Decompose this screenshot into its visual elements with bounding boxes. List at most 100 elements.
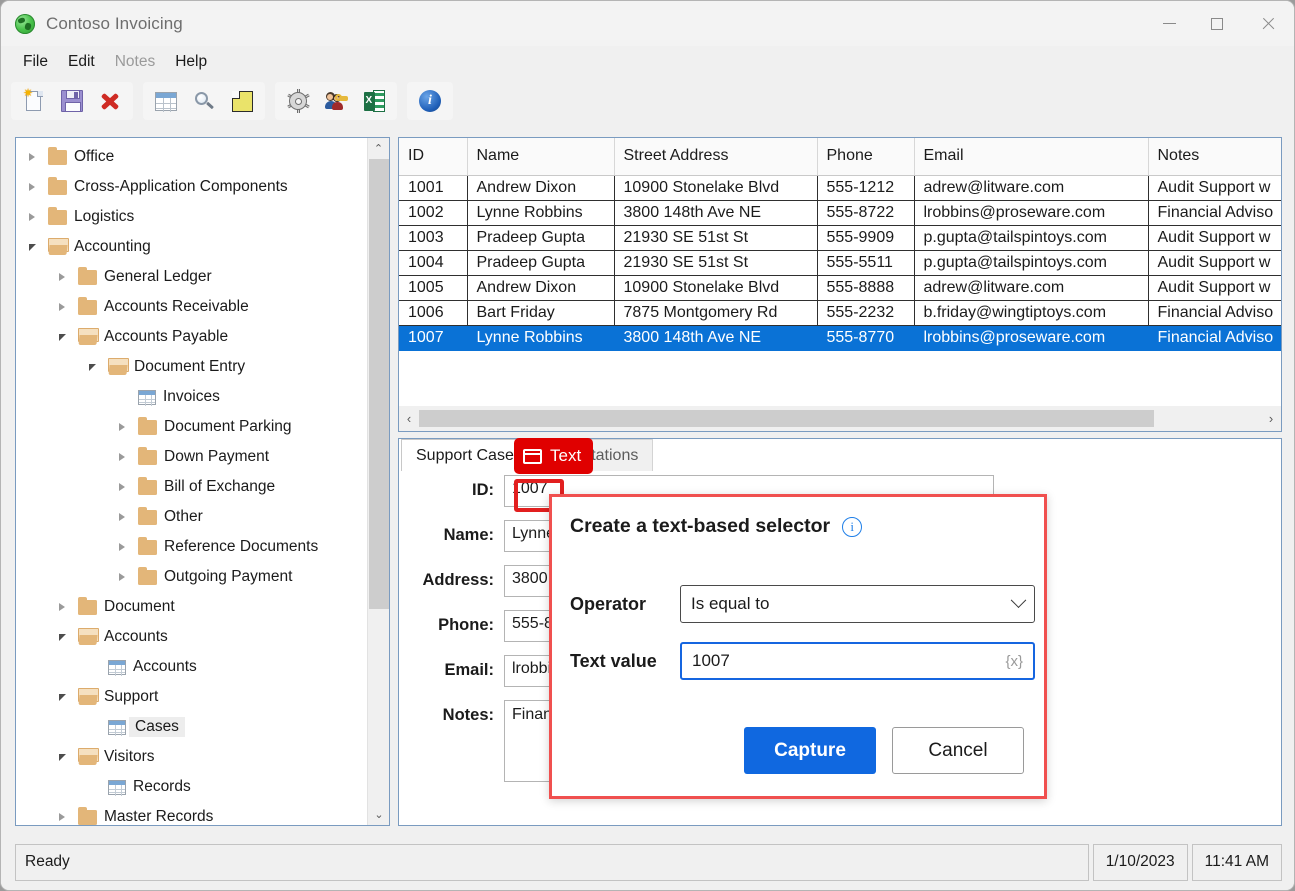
- table-cell-name[interactable]: Lynne Robbins: [467, 200, 614, 225]
- collapse-arrow-icon[interactable]: [22, 244, 42, 251]
- search-button[interactable]: [189, 86, 219, 116]
- table-cell-address[interactable]: 10900 Stonelake Blvd: [614, 275, 817, 300]
- expand-arrow-icon[interactable]: [112, 453, 132, 461]
- tree-item-document-entry[interactable]: Document Entry: [16, 352, 367, 382]
- tree-item-accounts[interactable]: Accounts: [16, 652, 367, 682]
- tree-item-other[interactable]: Other: [16, 502, 367, 532]
- column-header-name[interactable]: Name: [467, 138, 614, 175]
- save-button[interactable]: [57, 86, 87, 116]
- table-cell-id[interactable]: 1007: [399, 325, 467, 350]
- tree-item-cross-application-components[interactable]: Cross-Application Components: [16, 172, 367, 202]
- table-cell-name[interactable]: Bart Friday: [467, 300, 614, 325]
- table-cell-notes[interactable]: Financial Adviso: [1148, 300, 1282, 325]
- table-cell-notes[interactable]: Financial Adviso: [1148, 325, 1282, 350]
- table-cell-name[interactable]: Andrew Dixon: [467, 175, 614, 200]
- table-cell-phone[interactable]: 555-2232: [817, 300, 914, 325]
- expand-arrow-icon[interactable]: [112, 423, 132, 431]
- table-cell-address[interactable]: 21930 SE 51st St: [614, 225, 817, 250]
- table-cell-name[interactable]: Pradeep Gupta: [467, 250, 614, 275]
- cancel-button[interactable]: Cancel: [892, 727, 1024, 774]
- column-header-phone[interactable]: Phone: [817, 138, 914, 175]
- users-permissions-button[interactable]: [321, 86, 351, 116]
- expand-arrow-icon[interactable]: [52, 603, 72, 611]
- new-document-button[interactable]: ✷: [19, 86, 49, 116]
- table-row[interactable]: 1002Lynne Robbins3800 148th Ave NE555-87…: [399, 200, 1282, 225]
- close-button[interactable]: [1240, 1, 1295, 46]
- table-cell-id[interactable]: 1001: [399, 175, 467, 200]
- table-row[interactable]: 1007Lynne Robbins3800 148th Ave NE555-87…: [399, 325, 1282, 350]
- table-cell-email[interactable]: p.gupta@tailspintoys.com: [914, 250, 1148, 275]
- table-cell-address[interactable]: 3800 148th Ave NE: [614, 200, 817, 225]
- tree-item-visitors[interactable]: Visitors: [16, 742, 367, 772]
- menu-item-edit[interactable]: Edit: [58, 50, 105, 74]
- table-cell-notes[interactable]: Audit Support w: [1148, 175, 1282, 200]
- about-button[interactable]: i: [415, 86, 445, 116]
- grid-horizontal-scrollbar[interactable]: ‹ ›: [399, 406, 1281, 431]
- expand-arrow-icon[interactable]: [112, 513, 132, 521]
- chevron-up-icon[interactable]: ⌃: [368, 138, 389, 159]
- tree-item-records[interactable]: Records: [16, 772, 367, 802]
- grid-scroll-track[interactable]: [419, 410, 1261, 427]
- table-cell-address[interactable]: 7875 Montgomery Rd: [614, 300, 817, 325]
- table-cell-email[interactable]: adrew@litware.com: [914, 275, 1148, 300]
- text-selector-badge[interactable]: Text: [514, 438, 593, 474]
- table-cell-phone[interactable]: 555-1212: [817, 175, 914, 200]
- tree-item-office[interactable]: Office: [16, 142, 367, 172]
- tree-item-document[interactable]: Document: [16, 592, 367, 622]
- tree-item-down-payment[interactable]: Down Payment: [16, 442, 367, 472]
- tree-item-accounts-receivable[interactable]: Accounts Receivable: [16, 292, 367, 322]
- tree-item-general-ledger[interactable]: General Ledger: [16, 262, 367, 292]
- table-cell-address[interactable]: 3800 148th Ave NE: [614, 325, 817, 350]
- expand-arrow-icon[interactable]: [22, 153, 42, 161]
- notes-button[interactable]: [227, 86, 257, 116]
- tree-item-support[interactable]: Support: [16, 682, 367, 712]
- table-cell-address[interactable]: 10900 Stonelake Blvd: [614, 175, 817, 200]
- capture-button[interactable]: Capture: [744, 727, 876, 774]
- menu-item-file[interactable]: File: [13, 50, 58, 74]
- table-cell-email[interactable]: adrew@litware.com: [914, 175, 1148, 200]
- maximize-button[interactable]: [1193, 1, 1240, 46]
- tree-item-cases[interactable]: Cases: [16, 712, 367, 742]
- expand-arrow-icon[interactable]: [112, 573, 132, 581]
- table-cell-id[interactable]: 1002: [399, 200, 467, 225]
- table-view-button[interactable]: [151, 86, 181, 116]
- delete-button[interactable]: [95, 86, 125, 116]
- table-row[interactable]: 1004Pradeep Gupta21930 SE 51st St555-551…: [399, 250, 1282, 275]
- table-row[interactable]: 1006Bart Friday7875 Montgomery Rd555-223…: [399, 300, 1282, 325]
- table-cell-email[interactable]: lrobbins@proseware.com: [914, 200, 1148, 225]
- table-cell-id[interactable]: 1004: [399, 250, 467, 275]
- table-cell-name[interactable]: Andrew Dixon: [467, 275, 614, 300]
- tree-item-outgoing-payment[interactable]: Outgoing Payment: [16, 562, 367, 592]
- table-cell-phone[interactable]: 555-9909: [817, 225, 914, 250]
- export-excel-button[interactable]: [359, 86, 389, 116]
- column-header-address[interactable]: Street Address: [614, 138, 817, 175]
- grid-scroll-thumb[interactable]: [419, 410, 1154, 427]
- table-cell-email[interactable]: b.friday@wingtiptoys.com: [914, 300, 1148, 325]
- expand-arrow-icon[interactable]: [52, 813, 72, 821]
- collapse-arrow-icon[interactable]: [52, 334, 72, 341]
- table-cell-email[interactable]: lrobbins@proseware.com: [914, 325, 1148, 350]
- table-cell-email[interactable]: p.gupta@tailspintoys.com: [914, 225, 1148, 250]
- tree-item-bill-of-exchange[interactable]: Bill of Exchange: [16, 472, 367, 502]
- table-row[interactable]: 1005Andrew Dixon10900 Stonelake Blvd555-…: [399, 275, 1282, 300]
- expand-arrow-icon[interactable]: [52, 273, 72, 281]
- settings-button[interactable]: [283, 86, 313, 116]
- table-row[interactable]: 1001Andrew Dixon10900 Stonelake Blvd555-…: [399, 175, 1282, 200]
- table-cell-phone[interactable]: 555-8770: [817, 325, 914, 350]
- expand-arrow-icon[interactable]: [22, 213, 42, 221]
- chevron-left-icon[interactable]: ‹: [399, 411, 419, 426]
- table-row[interactable]: 1003Pradeep Gupta21930 SE 51st St555-990…: [399, 225, 1282, 250]
- table-cell-notes[interactable]: Audit Support w: [1148, 225, 1282, 250]
- variable-token-icon[interactable]: {x}: [1005, 653, 1023, 670]
- expand-arrow-icon[interactable]: [52, 303, 72, 311]
- table-cell-id[interactable]: 1006: [399, 300, 467, 325]
- column-header-id[interactable]: ID: [399, 138, 467, 175]
- table-cell-notes[interactable]: Financial Adviso: [1148, 200, 1282, 225]
- tree-item-reference-documents[interactable]: Reference Documents: [16, 532, 367, 562]
- collapse-arrow-icon[interactable]: [52, 694, 72, 701]
- table-cell-id[interactable]: 1005: [399, 275, 467, 300]
- collapse-arrow-icon[interactable]: [52, 754, 72, 761]
- table-cell-notes[interactable]: Audit Support w: [1148, 250, 1282, 275]
- menu-item-notes[interactable]: Notes: [105, 50, 166, 74]
- chevron-right-icon[interactable]: ›: [1261, 411, 1281, 426]
